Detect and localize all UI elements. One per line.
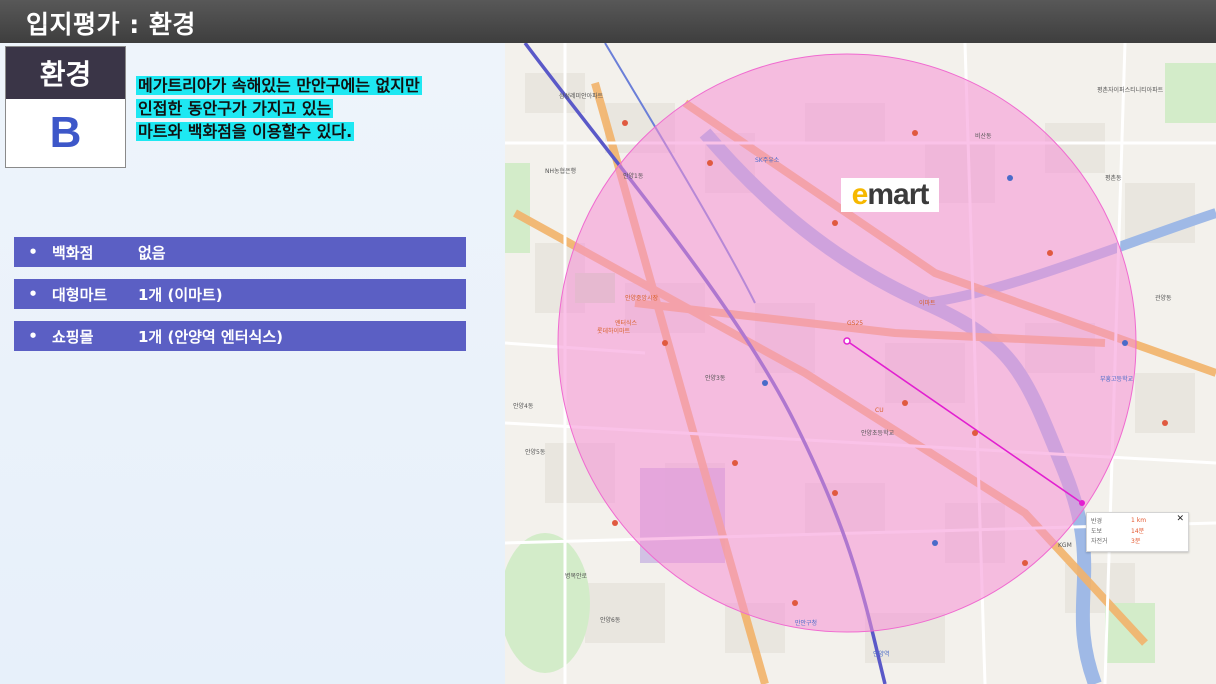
title-bar: 입지평가 : 환경 [0, 0, 1216, 43]
map-canvas[interactable] [505, 43, 1216, 684]
center-marker[interactable] [843, 337, 851, 345]
map-label: 병목안로 [565, 573, 588, 580]
facility-value: 1개 (안양역 엔터식스) [138, 327, 283, 346]
facility-value: 1개 (이마트) [138, 285, 223, 304]
map-label: 안양6동 [600, 617, 621, 624]
assessment-note: 메가트리아가 속해있는 만안구에는 없지만 인접한 동안구가 가지고 있는 마트… [136, 74, 481, 143]
map-label: 삼성레미안아파트 [559, 93, 604, 100]
popup-row: 반경 1 km [1091, 516, 1147, 525]
map-label: 비산동 [975, 133, 992, 140]
page-title: 입지평가 : 환경 [26, 10, 196, 39]
facility-row-department-store: • 백화점 없음 [14, 237, 466, 267]
close-icon[interactable]: ✕ [1176, 514, 1184, 524]
note-line: 마트와 백화점을 이용할수 있다. [136, 122, 355, 141]
grade-box: 환경 B [5, 46, 126, 168]
map-label: 만안구청 [795, 620, 818, 627]
bullet-icon: • [28, 285, 38, 303]
facility-name: 백화점 [52, 243, 94, 262]
facility-value: 없음 [138, 243, 166, 262]
facility-name: 쇼핑몰 [52, 327, 94, 346]
popup-row: 도보 14분 [1091, 527, 1145, 535]
map-label: CU [875, 407, 884, 414]
map-label: 안양중앙시장 [625, 295, 659, 302]
grade-value: B [49, 108, 82, 157]
facility-row-hypermarket: • 대형마트 1개 (이마트) [14, 279, 466, 309]
emart-logo[interactable]: e mart [841, 178, 939, 212]
map-label: 관양동 [1155, 295, 1172, 302]
map-label: 롯데하이마트 [597, 328, 631, 335]
map-label: 평촌동 [1105, 175, 1122, 182]
grade-label: 환경 [6, 47, 125, 99]
map-label: 안양4동 [513, 403, 534, 410]
map-label: 안양3동 [705, 375, 726, 382]
map-label: GS25 [847, 320, 864, 327]
bullet-icon: • [28, 243, 38, 261]
map-label: 이마트 [919, 300, 936, 307]
map-label: 안양역 [873, 651, 890, 658]
map-label: 안양초등학교 [861, 430, 895, 437]
map-label: NH농협은행 [545, 168, 577, 175]
note-line: 인접한 동안구가 가지고 있는 [136, 99, 334, 118]
map-label: 안양1동 [623, 173, 644, 180]
radius-handle[interactable] [1079, 500, 1085, 506]
bullet-icon: • [28, 327, 38, 345]
map-label: KGM [1058, 542, 1072, 549]
facility-name: 대형마트 [52, 285, 108, 304]
note-line: 메가트리아가 속해있는 만안구에는 없지만 [136, 76, 422, 95]
popup-row: 자전거 3분 [1091, 537, 1141, 545]
map-label: 평촌자이퍼스티니티아파트 [1097, 87, 1164, 94]
map-view[interactable]: e mart 삼성레미안아파트 안양1동 안양3동 만안구청 안양역 SK주유소 … [505, 43, 1216, 684]
map-label: 부흥고등학교 [1100, 376, 1134, 383]
map-label: 안양5동 [525, 449, 546, 456]
radius-info-popup: ✕ 반경 1 km 도보 14분 자전거 3분 [1086, 512, 1189, 552]
map-label: SK주유소 [755, 157, 780, 164]
facility-row-shopping-mall: • 쇼핑몰 1개 (안양역 엔터식스) [14, 321, 466, 351]
